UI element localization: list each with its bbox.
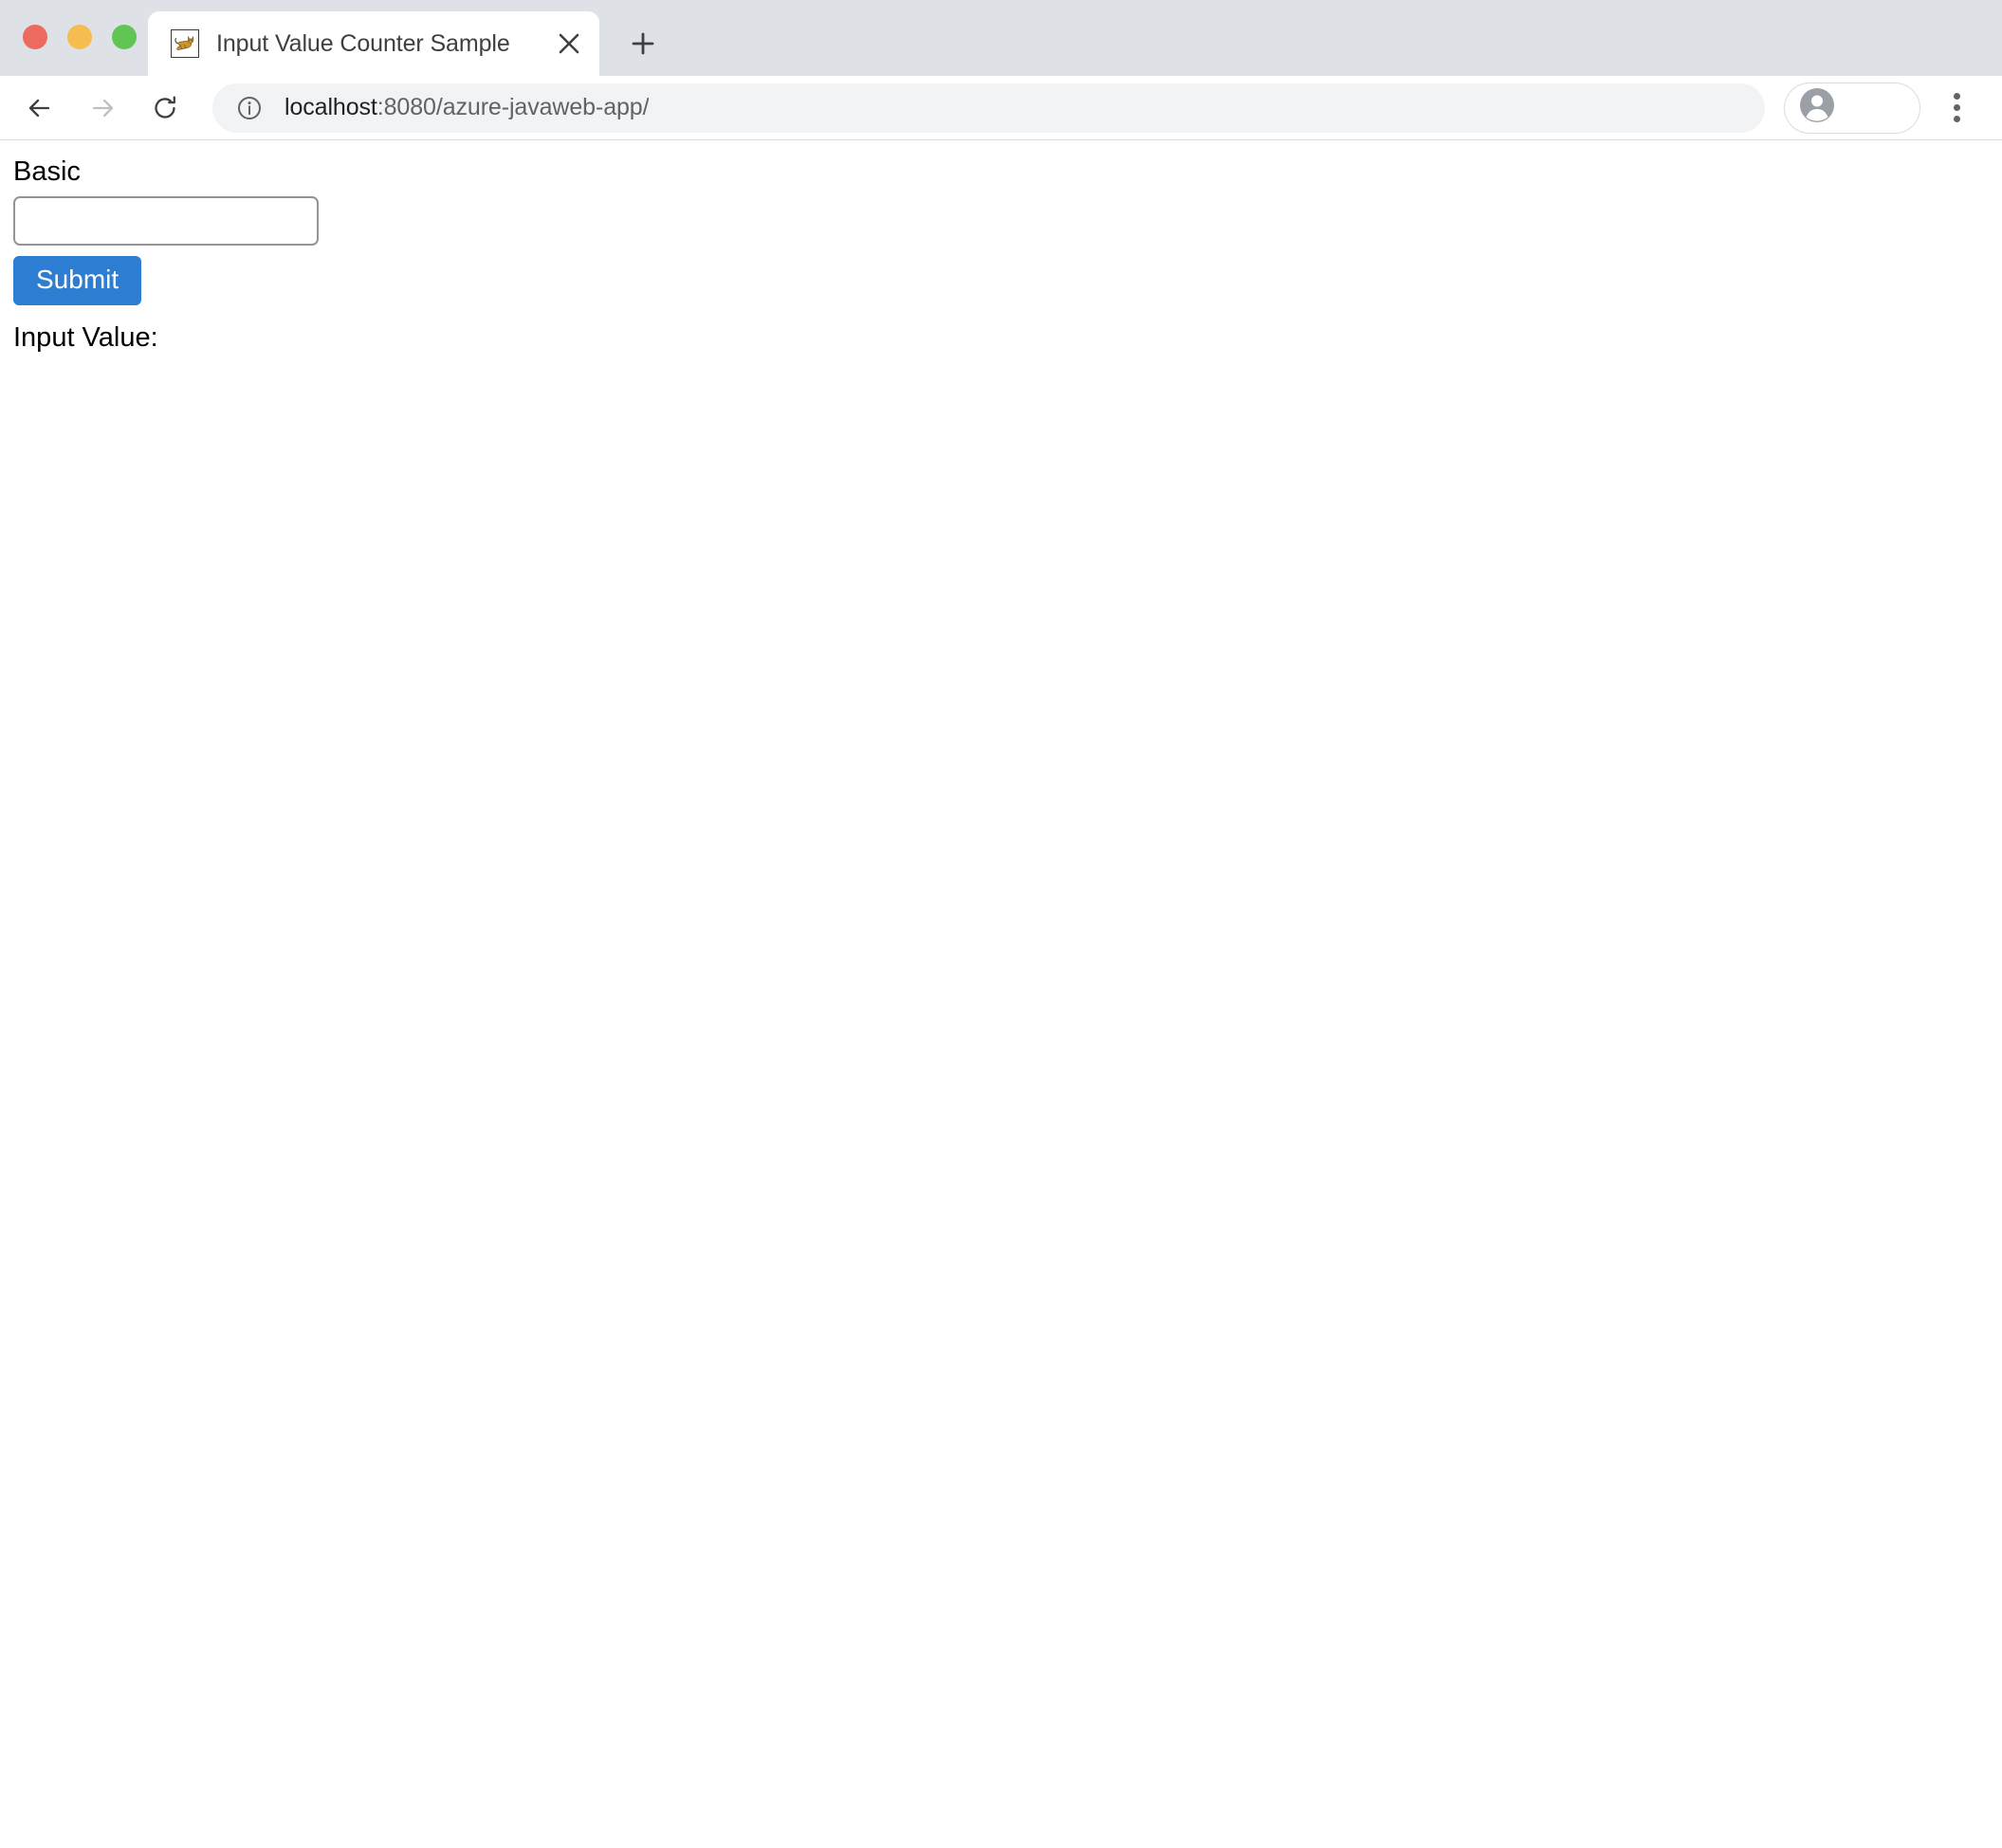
info-circle-icon[interactable]: [235, 94, 264, 122]
page-content: Basic Submit Input Value:: [0, 140, 2002, 1848]
window-minimize-button[interactable]: [67, 25, 92, 49]
browser-toolbar: localhost:8080/azure-javaweb-app/: [0, 76, 2002, 140]
menu-dot: [1953, 93, 1960, 100]
menu-dot: [1953, 104, 1960, 111]
tomcat-cat-icon: [171, 29, 199, 58]
browser-tab[interactable]: Input Value Counter Sample: [148, 11, 599, 76]
account-circle-icon: [1798, 86, 1836, 129]
browser-window: Input Value Counter Sample localhost:808…: [0, 0, 2002, 1848]
arrow-left-icon[interactable]: [13, 82, 66, 135]
basic-field-label: Basic: [13, 156, 81, 187]
url-host: localhost: [285, 94, 377, 120]
basic-text-input[interactable]: [13, 196, 319, 247]
window-controls: [23, 25, 137, 49]
profile-button[interactable]: [1784, 82, 1920, 134]
arrow-right-icon: [76, 82, 129, 135]
close-icon[interactable]: [548, 23, 590, 64]
three-dots-vertical-icon[interactable]: [1934, 85, 1979, 131]
new-tab-button[interactable]: [618, 19, 668, 68]
window-maximize-button[interactable]: [112, 25, 137, 49]
window-close-button[interactable]: [23, 25, 47, 49]
submit-button[interactable]: Submit: [13, 256, 142, 306]
address-bar-url: localhost:8080/azure-javaweb-app/: [285, 94, 649, 121]
tab-title: Input Value Counter Sample: [216, 29, 510, 57]
input-value-result-label: Input Value:: [13, 322, 158, 354]
menu-dots: [1953, 93, 1960, 122]
reload-icon[interactable]: [138, 82, 192, 135]
tab-strip: Input Value Counter Sample: [0, 0, 2002, 76]
menu-dot: [1953, 116, 1960, 122]
address-bar[interactable]: localhost:8080/azure-javaweb-app/: [212, 82, 1765, 133]
input-value-result: Input Value:: [13, 322, 2002, 354]
url-path: :8080/azure-javaweb-app/: [377, 94, 650, 120]
